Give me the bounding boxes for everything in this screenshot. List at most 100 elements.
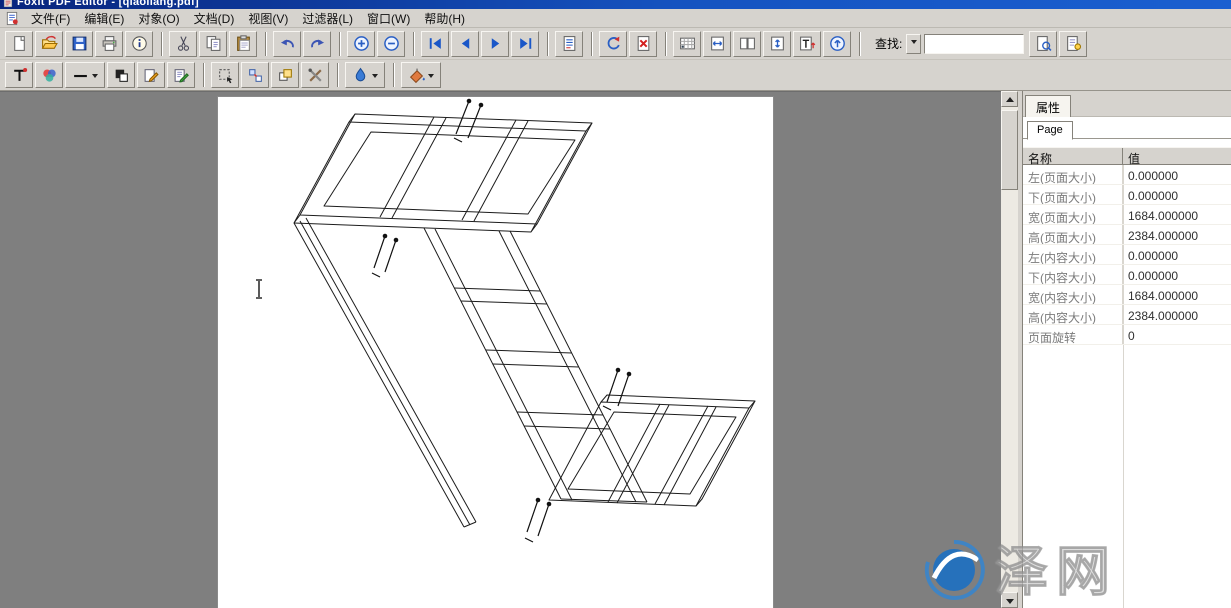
property-row[interactable]: 下(内容大小)0.000000 <box>1023 265 1231 285</box>
paint-bucket-icon <box>408 67 425 84</box>
property-value: 0 <box>1123 325 1231 344</box>
previous-page-button[interactable] <box>451 31 479 57</box>
first-page-icon <box>427 35 444 52</box>
app-icon <box>3 0 13 8</box>
fill-color-button[interactable] <box>401 62 441 88</box>
find-input[interactable] <box>924 34 1024 54</box>
text-tool-button[interactable] <box>5 62 33 88</box>
properties-panel: 属性 Page 名称 值 左(页面大小)0.000000 下(页面大小)0.00… <box>1022 91 1231 608</box>
fill-style-button[interactable] <box>107 62 135 88</box>
line-style-button[interactable] <box>65 62 105 88</box>
edit-object-button[interactable] <box>137 62 165 88</box>
menu-filter[interactable]: 过滤器(L) <box>295 9 360 28</box>
last-page-button[interactable] <box>511 31 539 57</box>
scroll-up-button[interactable] <box>1001 91 1018 107</box>
zoom-out-icon <box>383 35 400 52</box>
pdf-page[interactable] <box>217 96 774 608</box>
hex-view-button[interactable] <box>673 31 701 57</box>
print-button[interactable] <box>95 31 123 57</box>
next-page-button[interactable] <box>481 31 509 57</box>
document-menu-icon[interactable] <box>4 11 20 26</box>
tab-page[interactable]: Page <box>1027 121 1073 140</box>
column-header-name[interactable]: 名称 <box>1023 148 1123 164</box>
panel-title-strip: 属性 <box>1023 91 1231 117</box>
cut-button[interactable] <box>169 31 197 57</box>
paste-button[interactable] <box>229 31 257 57</box>
column-header-value[interactable]: 值 <box>1123 148 1231 164</box>
property-row[interactable]: 左(页面大小)0.000000 <box>1023 165 1231 185</box>
fit-page-button[interactable] <box>763 31 791 57</box>
property-row[interactable]: 高(内容大小)2384.000000 <box>1023 305 1231 325</box>
zoom-out-button[interactable] <box>377 31 405 57</box>
menu-document[interactable]: 文档(D) <box>187 9 242 28</box>
color-wheel-icon <box>41 67 58 84</box>
save-button[interactable] <box>65 31 93 57</box>
stroke-color-button[interactable] <box>345 62 385 88</box>
upload-button[interactable] <box>823 31 851 57</box>
arrow-up-icon <box>1006 97 1014 102</box>
property-value: 2384.000000 <box>1123 305 1231 324</box>
toolbar-separator <box>591 32 593 56</box>
property-row[interactable]: 下(页面大小)0.000000 <box>1023 185 1231 205</box>
new-document-button[interactable] <box>5 31 33 57</box>
menu-file[interactable]: 文件(F) <box>24 9 77 28</box>
menu-object[interactable]: 对象(O) <box>131 9 186 28</box>
undo-button[interactable] <box>273 31 301 57</box>
search-in-document-button[interactable] <box>1029 31 1057 57</box>
open-file-button[interactable] <box>35 31 63 57</box>
fill-swatch-icon <box>113 67 130 84</box>
document-workspace[interactable] <box>0 91 1001 608</box>
property-row[interactable]: 宽(内容大小)1684.000000 <box>1023 285 1231 305</box>
property-row[interactable]: 页面旋转0 <box>1023 325 1231 345</box>
toolbar-separator <box>265 32 267 56</box>
property-row[interactable]: 高(页面大小)2384.000000 <box>1023 225 1231 245</box>
property-value: 0.000000 <box>1123 265 1231 284</box>
technical-drawing <box>218 97 774 608</box>
undo-icon <box>279 35 296 52</box>
zoom-in-button[interactable] <box>347 31 375 57</box>
page-properties-icon <box>561 35 578 52</box>
delete-page-button[interactable] <box>629 31 657 57</box>
redo-button[interactable] <box>303 31 331 57</box>
toolbar-separator <box>665 32 667 56</box>
save-icon <box>71 35 88 52</box>
info-icon <box>131 35 148 52</box>
rotate-page-button[interactable] <box>599 31 627 57</box>
color-wheel-button[interactable] <box>35 62 63 88</box>
copy-button[interactable] <box>199 31 227 57</box>
two-page-view-button[interactable] <box>733 31 761 57</box>
text-extract-button[interactable] <box>793 31 821 57</box>
find-dropdown[interactable] <box>906 34 921 54</box>
edit-content-button[interactable] <box>167 62 195 88</box>
find-label: 查找: <box>875 35 902 52</box>
toolbar-separator <box>859 32 861 56</box>
search-settings-button[interactable] <box>1059 31 1087 57</box>
fit-width-button[interactable] <box>703 31 731 57</box>
rotate-page-icon <box>605 35 622 52</box>
menu-view[interactable]: 视图(V) <box>241 9 295 28</box>
tools-button[interactable] <box>301 62 329 88</box>
property-name: 高(页面大小) <box>1023 225 1123 244</box>
main-toolbar: 查找: <box>0 28 1231 60</box>
scroll-down-button[interactable] <box>1001 592 1018 608</box>
toolbar-separator <box>547 32 549 56</box>
first-page-button[interactable] <box>421 31 449 57</box>
page-properties-button[interactable] <box>555 31 583 57</box>
edit-object-icon <box>143 67 160 84</box>
two-page-view-icon <box>739 35 756 52</box>
arrange-objects-button[interactable] <box>271 62 299 88</box>
scrollbar-thumb[interactable] <box>1001 110 1018 190</box>
property-row[interactable]: 左(内容大小)0.000000 <box>1023 245 1231 265</box>
menu-window[interactable]: 窗口(W) <box>360 9 417 28</box>
chevron-down-icon <box>911 40 917 47</box>
snap-grid-button[interactable] <box>241 62 269 88</box>
edit-toolbar <box>0 60 1231 91</box>
menu-edit[interactable]: 编辑(E) <box>77 9 131 28</box>
document-info-button[interactable] <box>125 31 153 57</box>
vertical-scrollbar[interactable] <box>1001 91 1018 608</box>
property-row[interactable]: 宽(页面大小)1684.000000 <box>1023 205 1231 225</box>
search-document-icon <box>1035 35 1052 52</box>
menu-help[interactable]: 帮助(H) <box>417 9 472 28</box>
hex-view-icon <box>679 35 696 52</box>
select-object-button[interactable] <box>211 62 239 88</box>
